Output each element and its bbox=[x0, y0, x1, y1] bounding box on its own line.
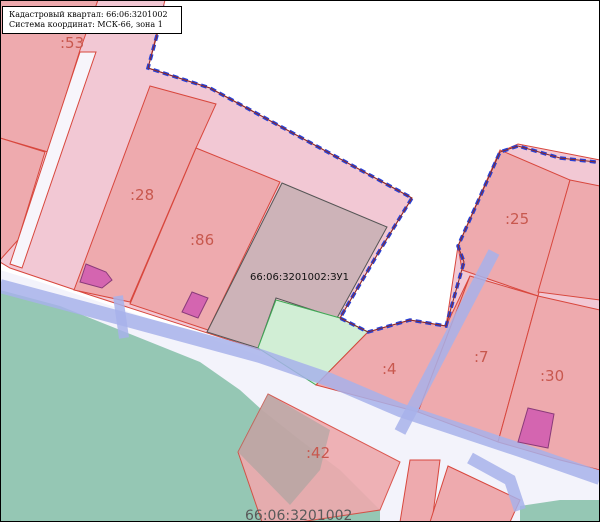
target-parcel-label: 66:06:3201002:ЗУ1 bbox=[250, 272, 349, 283]
parcel-label-42: :42 bbox=[306, 444, 330, 462]
parcel-label-7: :7 bbox=[474, 348, 489, 366]
info-legend: Кадастровый квартал: 66:06:3201002 Систе… bbox=[2, 6, 182, 34]
parcel-label-30: :30 bbox=[540, 367, 564, 385]
quarter-label: 66:06:3201002 bbox=[245, 508, 352, 522]
parcel-label-53: :53 bbox=[60, 34, 84, 52]
parcel-label-86: :86 bbox=[190, 231, 214, 249]
quarter-info-line: Кадастровый квартал: 66:06:3201002 bbox=[9, 10, 168, 19]
parcel-label-4: :4 bbox=[382, 360, 397, 378]
road-line-west bbox=[113, 295, 129, 339]
parcel-label-28: :28 bbox=[130, 186, 154, 204]
coordinate-system-line: Система координат: МСК-66, зона 1 bbox=[9, 20, 163, 29]
parcel-label-25: :25 bbox=[505, 210, 529, 228]
cadastral-map[interactable]: :53 :28 :86 :25 :4 :7 :30 :42 66:06:3201… bbox=[0, 0, 600, 522]
